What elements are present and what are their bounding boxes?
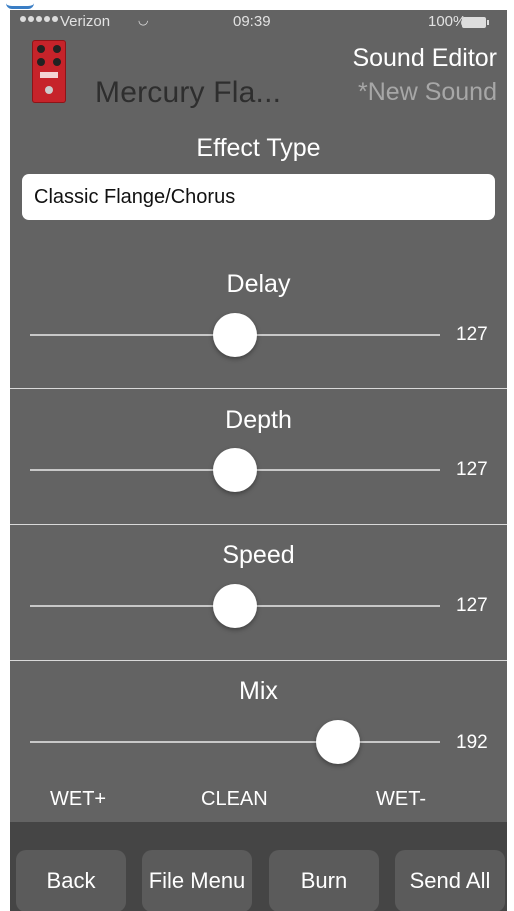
partial-icon bbox=[6, 0, 34, 9]
effect-type-selector[interactable]: Classic Flange/Chorus bbox=[22, 174, 495, 220]
status-time: 09:39 bbox=[233, 13, 271, 30]
speed-value: 127 bbox=[456, 595, 488, 616]
back-button[interactable]: Back bbox=[16, 850, 126, 911]
delay-slider-thumb[interactable] bbox=[213, 313, 257, 357]
battery-percent: 100% bbox=[428, 13, 467, 30]
signal-strength-icon bbox=[20, 16, 58, 22]
depth-label: Depth bbox=[225, 406, 292, 434]
divider bbox=[10, 524, 507, 525]
sound-name: *New Sound bbox=[358, 78, 497, 106]
delay-value: 127 bbox=[456, 324, 488, 345]
burn-button[interactable]: Burn bbox=[269, 850, 379, 911]
depth-slider-thumb[interactable] bbox=[213, 448, 257, 492]
speed-slider-thumb[interactable] bbox=[213, 584, 257, 628]
mix-slider-track[interactable] bbox=[30, 741, 440, 743]
mix-label: Mix bbox=[239, 677, 278, 705]
mix-slider-thumb[interactable] bbox=[315, 720, 360, 764]
bottom-toolbar: Back File Menu Burn Send All bbox=[10, 822, 507, 911]
delay-label: Delay bbox=[226, 270, 291, 298]
mix-value: 192 bbox=[456, 732, 488, 753]
device-name: Mercury Fla... bbox=[95, 76, 282, 109]
mix-label-wet-minus: WET- bbox=[376, 788, 426, 810]
depth-value: 127 bbox=[456, 459, 488, 480]
mix-label-wet-plus: WET+ bbox=[50, 788, 107, 810]
battery-icon bbox=[462, 17, 489, 28]
mix-label-clean: CLEAN bbox=[201, 788, 268, 810]
divider bbox=[10, 388, 507, 389]
effect-type-label: Effect Type bbox=[196, 134, 321, 162]
carrier-name: Verizon bbox=[60, 13, 111, 30]
send-all-button[interactable]: Send All bbox=[395, 850, 505, 911]
wifi-icon: ◡ bbox=[138, 13, 149, 27]
file-menu-button[interactable]: File Menu bbox=[142, 850, 252, 911]
status-bar: Verizon ◡ 09:39 100% bbox=[10, 10, 507, 34]
pedal-thumbnail-icon bbox=[32, 40, 66, 103]
app-screen: Verizon ◡ 09:39 100% Mercury Fla... Soun… bbox=[10, 10, 507, 911]
divider bbox=[10, 660, 507, 661]
speed-label: Speed bbox=[222, 541, 295, 569]
top-strip bbox=[0, 0, 514, 10]
page-title: Sound Editor bbox=[352, 44, 497, 72]
